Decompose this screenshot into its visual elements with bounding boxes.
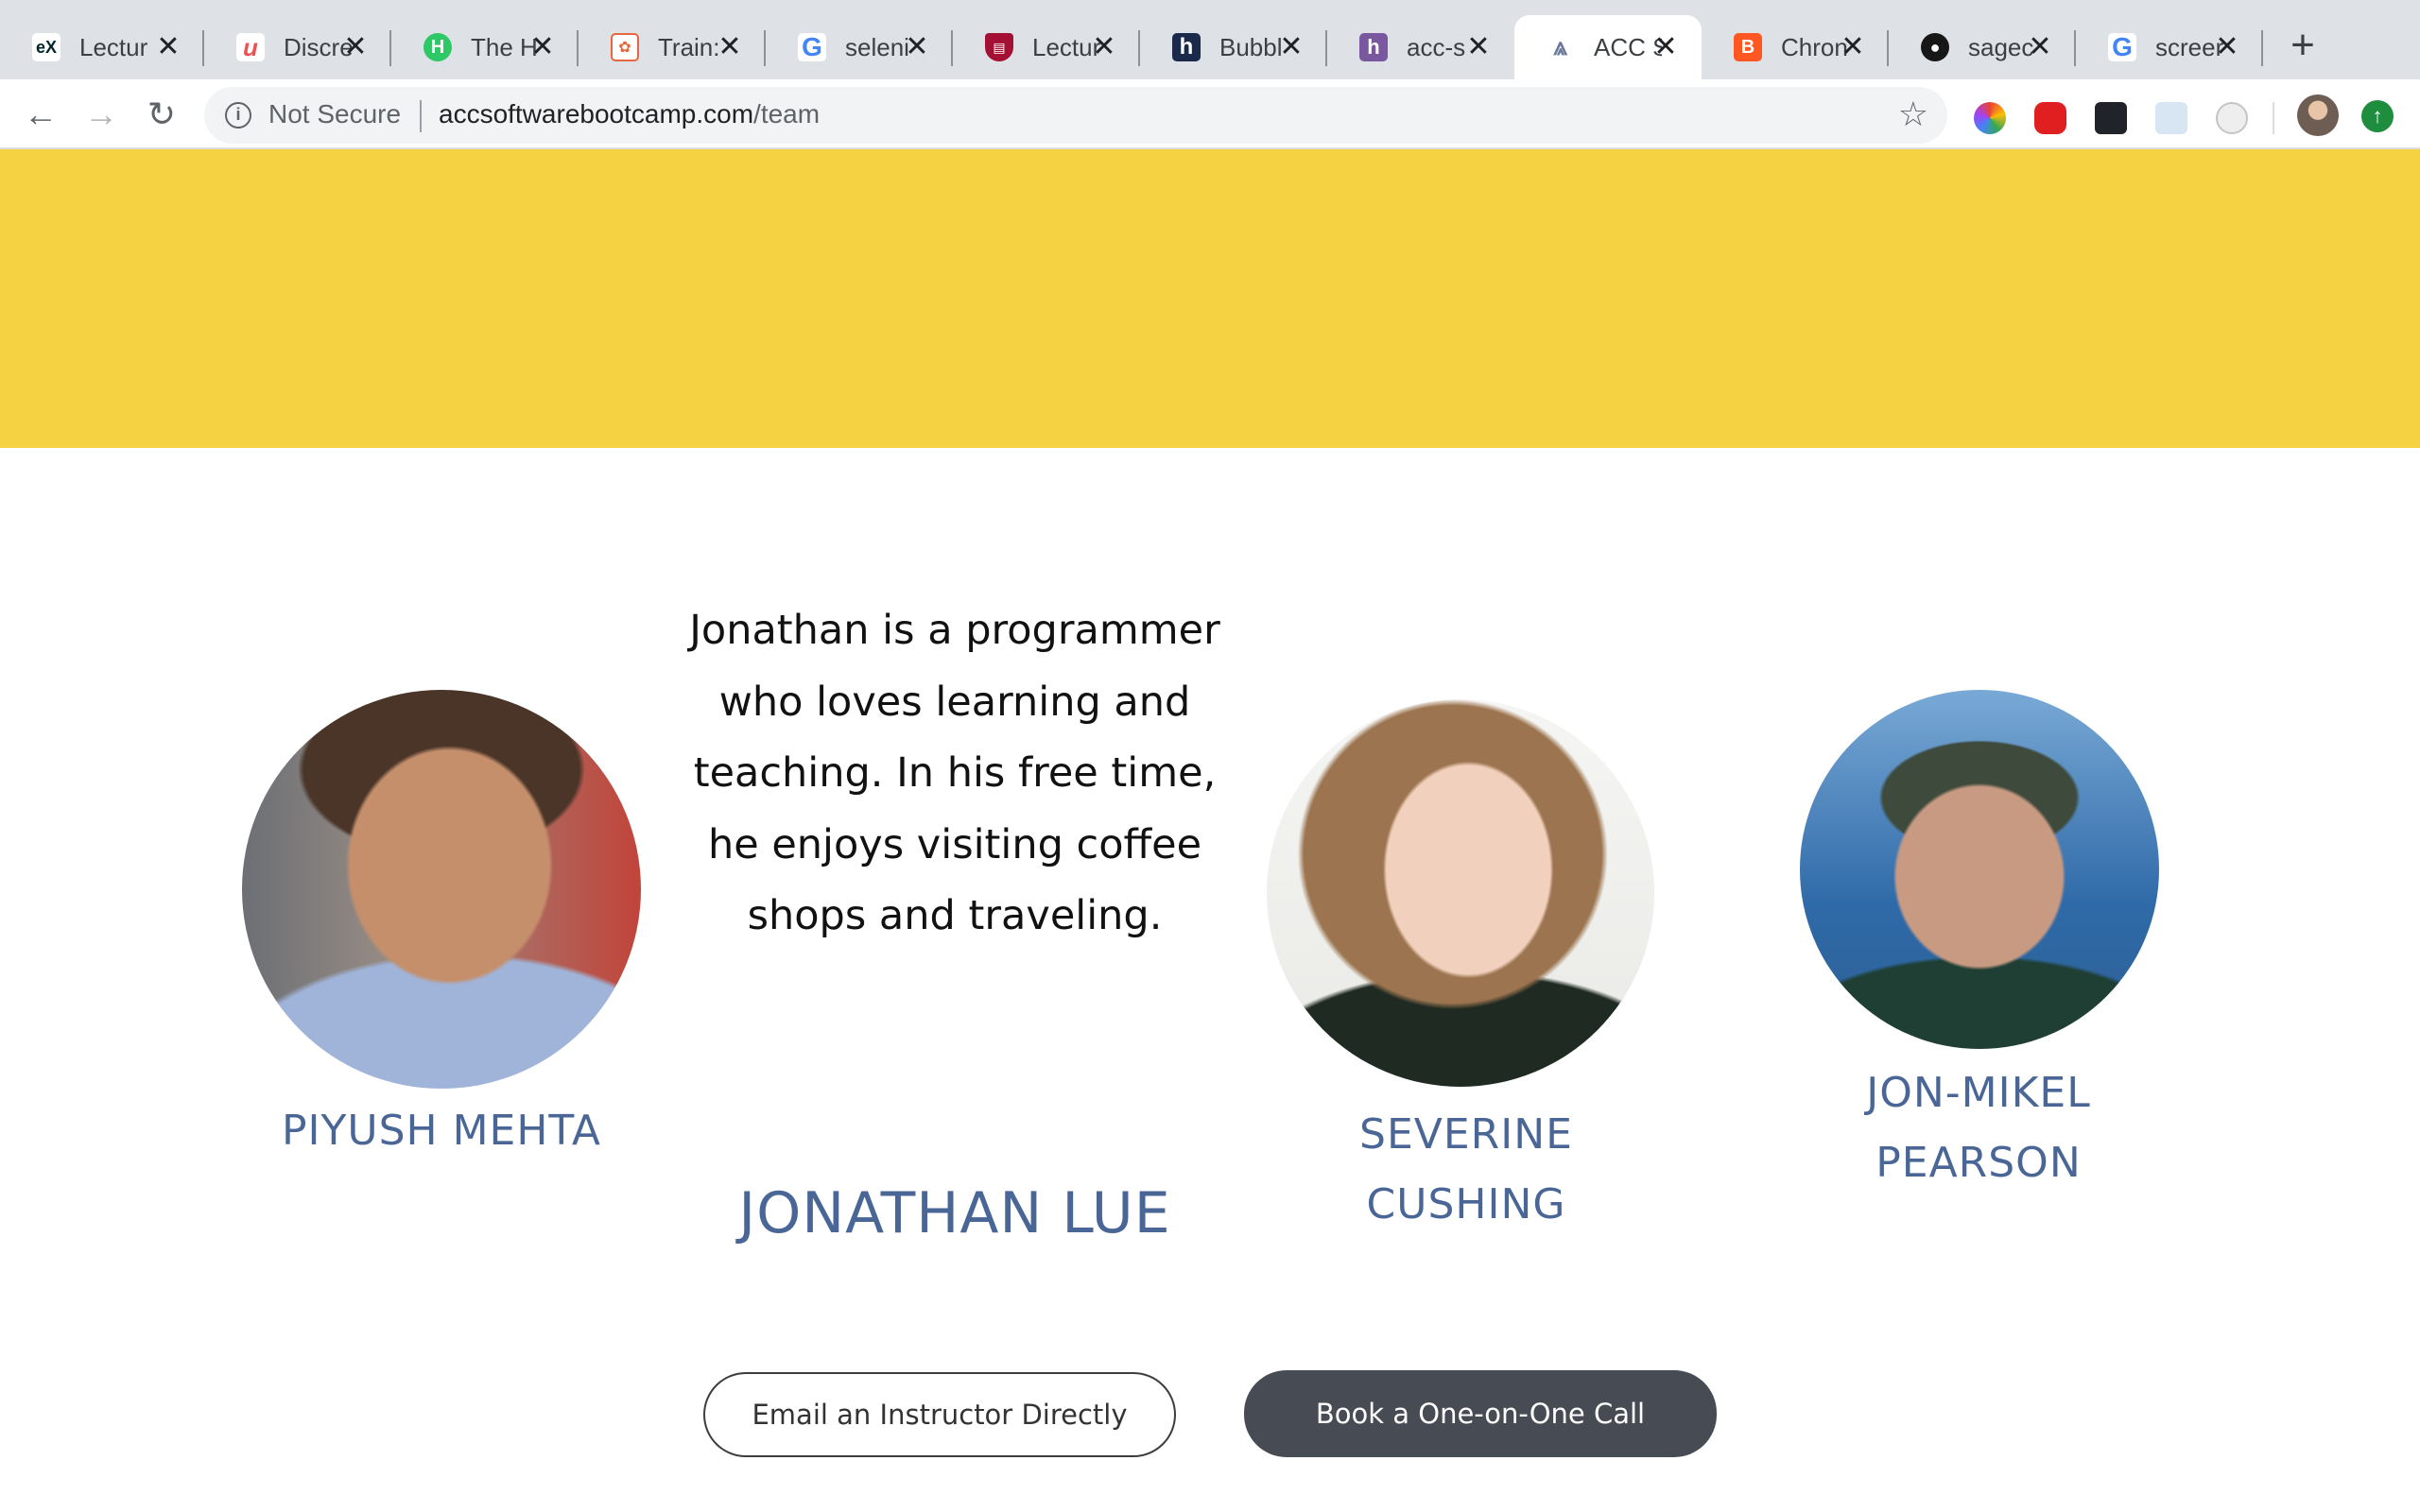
google-icon: G [798,32,826,61]
url-host: accsoftwarebootcamp.com [439,99,754,129]
close-icon[interactable]: ✕ [1836,30,1870,64]
browser-tab[interactable]: u Discre ✕ [204,15,391,79]
name-line: SEVERINE [1359,1110,1573,1159]
browser-tab[interactable]: G screer ✕ [2076,15,2263,79]
browser-tab[interactable]: ✿ Train: ✕ [579,15,766,79]
browser-tab[interactable]: eX Lectur ✕ [0,15,204,79]
browser-tab[interactable]: H The H ✕ [391,15,579,79]
hackerrank-icon: H [424,33,452,61]
browser-tab[interactable]: ▤ Lectur ✕ [953,15,1140,79]
browser-tab[interactable]: G seleni ✕ [766,15,953,79]
browser-tab[interactable]: h Bubbl ✕ [1140,15,1327,79]
reader-extension-icon[interactable] [2155,102,2187,134]
browser-tab-active[interactable]: ⩓ ACC S ✕ [1514,15,1702,79]
acc-rocket-icon: ⩓ [1547,32,1575,61]
url-path: /team [753,99,821,129]
adblock-extension-icon[interactable] [2034,102,2066,134]
reload-button[interactable]: ↻ [140,93,183,136]
blogger-icon: B [1734,33,1762,61]
forward-button[interactable]: → [79,93,123,136]
jon-mikel-pearson-photo [1800,690,2159,1049]
close-icon[interactable]: ✕ [526,30,560,64]
tab-strip: eX Lectur ✕ u Discre ✕ H The H ✕ ✿ Train… [0,0,2420,79]
severine-cushing-photo [1267,699,1654,1087]
github-icon: ● [1921,33,1949,61]
screenshot-extension-icon[interactable] [2216,102,2248,134]
jonathan-lue-bio: Jonathan is a programmer who loves learn… [689,607,1220,939]
heroku-icon: h [1359,33,1388,61]
browser-tab[interactable]: h acc-s ✕ [1327,15,1514,79]
react-devtools-icon[interactable] [2095,102,2127,134]
close-icon[interactable]: ✕ [1461,30,1495,64]
close-icon[interactable]: ✕ [1649,30,1683,64]
severine-cushing-name: SEVERINE CUSHING [1261,1100,1671,1240]
close-icon[interactable]: ✕ [1274,30,1308,64]
profile-avatar[interactable] [2297,94,2339,136]
back-button[interactable]: ← [19,93,62,136]
url-text[interactable]: accsoftwarebootcamp.com/team [439,99,820,129]
harvard-shield-icon: ▤ [985,33,1013,61]
close-icon[interactable]: ✕ [713,30,747,64]
close-icon[interactable]: ✕ [151,30,185,64]
book-call-button[interactable]: Book a One-on-One Call [1244,1370,1717,1457]
email-instructor-button[interactable]: Email an Instructor Directly [703,1372,1176,1457]
jonathan-lue-name: JONATHAN LUE [738,1180,1171,1246]
address-bar[interactable]: i Not Secure accsoftwarebootcamp.com/tea… [204,87,1947,144]
new-tab-button[interactable]: + [2278,21,2327,70]
close-icon[interactable]: ✕ [900,30,934,64]
info-icon[interactable]: i [225,102,251,129]
udemy-icon: u [236,33,265,61]
name-line: CUSHING [1366,1180,1566,1228]
h-logo-icon: h [1172,33,1201,61]
piyush-mehta-photo [242,690,641,1089]
toolbar-divider [2273,102,2274,134]
tab-separator [2261,30,2263,66]
update-arrow-icon[interactable]: ↑ [2361,100,2394,132]
color-picker-extension-icon[interactable] [1974,102,2006,134]
browser-tab[interactable]: B Chron ✕ [1702,15,1889,79]
close-icon[interactable]: ✕ [338,30,372,64]
omnibox-divider [420,100,422,132]
piyush-mehta-name: PIYUSH MEHTA [281,1107,601,1155]
jon-mikel-pearson-name: JON-MIKEL PEARSON [1773,1058,2184,1198]
browser-tab[interactable]: ● sagec ✕ [1889,15,2076,79]
codesignal-icon: ✿ [611,33,639,61]
edx-icon: eX [32,33,60,61]
name-line: JON-MIKEL [1866,1069,2091,1117]
browser-toolbar: ← → ↻ i Not Secure accsoftwarebootcamp.c… [0,79,2420,149]
close-icon[interactable]: ✕ [1087,30,1121,64]
yellow-hero-banner [0,149,2420,448]
google-icon: G [2108,32,2136,61]
security-indicator[interactable]: Not Secure [268,99,401,129]
bookmark-star-icon[interactable]: ☆ [1898,94,1928,134]
close-icon[interactable]: ✕ [2210,30,2244,64]
name-line: PEARSON [1876,1139,2082,1187]
close-icon[interactable]: ✕ [2023,30,2057,64]
